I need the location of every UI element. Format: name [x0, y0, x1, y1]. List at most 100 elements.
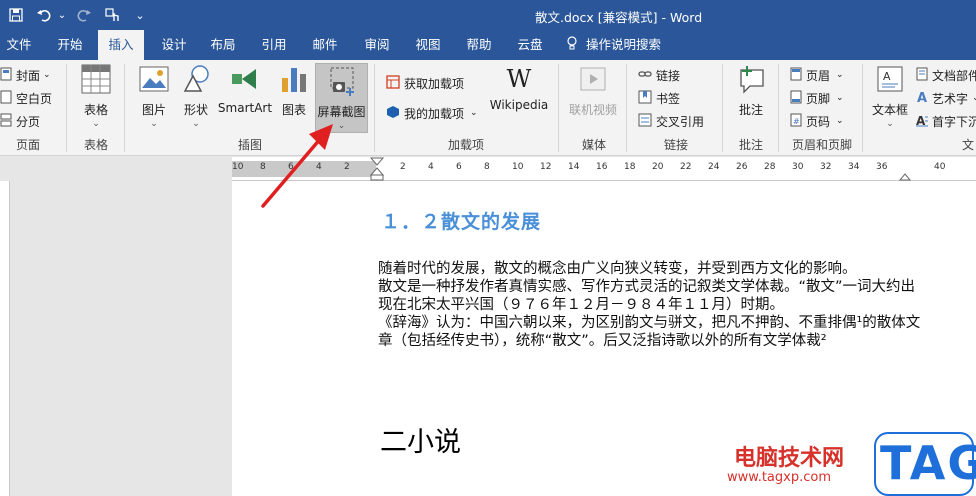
tab-design[interactable]: 设计 — [152, 30, 196, 60]
shapes-button[interactable]: 形状 ⌄ — [178, 64, 214, 129]
bookmark-button[interactable]: 书签 — [638, 87, 680, 109]
ruler-tick-label: 8 — [484, 162, 490, 172]
tab-review[interactable]: 审阅 — [355, 30, 399, 60]
page-break-button[interactable]: 分页 — [0, 110, 40, 132]
blank-page-button[interactable]: 空白页 — [0, 87, 52, 109]
group-label-tables: 表格 — [83, 138, 108, 152]
touch-mode-icon[interactable] — [102, 4, 124, 26]
body-line: 《辞海》认为：中国六朝以来，为区别韵文与骈文，把凡不押韵、不重排偶¹的散体文 — [378, 315, 921, 331]
ruler-tick-label: 40 — [934, 162, 946, 172]
watermark-site-name: 电脑技术网 — [734, 446, 845, 471]
lightbulb-icon — [566, 31, 578, 61]
tab-home[interactable]: 开始 — [48, 30, 92, 60]
new-comment-button[interactable]: 批注 — [732, 64, 770, 118]
my-addins-button[interactable]: 我的加载项 ⌄ — [386, 102, 478, 124]
right-indent-marker-icon[interactable] — [899, 169, 911, 181]
chart-button[interactable]: 图表 — [277, 64, 311, 118]
undo-icon[interactable] — [34, 4, 54, 26]
ruler-tick-label: 18 — [624, 162, 636, 172]
cross-reference-button[interactable]: 交叉引用 — [638, 110, 704, 132]
document-parts-icon — [916, 67, 928, 84]
svg-text:A: A — [883, 70, 891, 83]
wordart-icon: A — [916, 90, 928, 107]
body-line: 章（包括经传史书），统称“散文”。后又泛指诗歌以外的所有文学体裁² — [378, 333, 827, 349]
ruler-tick-label: 26 — [736, 162, 748, 172]
page-number-button[interactable]: # 页码 ⌄ — [790, 110, 844, 132]
table-icon — [81, 64, 111, 97]
annotation-arrow-icon — [261, 124, 333, 208]
tab-file[interactable]: 文件 — [0, 30, 38, 60]
drop-cap-button[interactable]: A 首字下沉 — [916, 110, 976, 132]
ruler-tick-label: 2 — [400, 162, 406, 172]
online-video-button[interactable]: 联机视频 — [566, 64, 620, 118]
title-bar: ⌄ ⌄ 散文.docx [兼容模式] - Word — [0, 0, 976, 30]
group-label-pages: 页面 — [15, 138, 40, 152]
cover-page-button[interactable]: 封面 ⌄ — [0, 64, 51, 86]
group-separator — [862, 64, 863, 152]
ruler-tick-label: 32 — [820, 162, 832, 172]
table-button[interactable]: 表格 ⌄ — [78, 64, 114, 129]
group-separator — [626, 64, 627, 152]
header-button[interactable]: 页眉 ⌄ — [790, 64, 844, 86]
group-separator — [124, 64, 125, 152]
footer-button[interactable]: 页脚 ⌄ — [790, 87, 844, 109]
tag-logo: TAG — [874, 432, 976, 496]
redo-icon[interactable] — [74, 4, 94, 26]
group-label-header-footer: 页眉和页脚 — [791, 138, 852, 152]
group-separator — [374, 64, 375, 152]
text-box-button[interactable]: A 文本框 ⌄ — [868, 64, 912, 129]
group-separator — [778, 64, 779, 152]
tab-cloud[interactable]: 云盘 — [508, 30, 552, 60]
tab-layout[interactable]: 布局 — [201, 30, 245, 60]
customize-qat-button[interactable]: ⌄ — [132, 4, 148, 26]
ribbon-insert: 封面 ⌄ 空白页 分页 页面 表格 ⌄ 表格 图片 ⌄ 形状 ⌄ SmartArt… — [0, 60, 976, 156]
group-label-links: 链接 — [663, 138, 688, 152]
indent-marker-icon[interactable] — [370, 157, 384, 181]
chapter-heading: 二小说 — [380, 427, 461, 458]
ruler-tick-label: 36 — [876, 162, 888, 172]
ruler-tick-label: 30 — [792, 162, 804, 172]
link-icon — [638, 67, 652, 84]
footer-icon — [790, 90, 802, 107]
group-separator — [558, 64, 559, 152]
smartart-button[interactable]: SmartArt — [218, 64, 272, 115]
section-heading: １．２散文的发展 — [381, 211, 542, 233]
bookmark-icon — [638, 90, 652, 107]
group-label-text: 文 — [961, 138, 974, 152]
group-label-addins: 加载项 — [447, 138, 484, 152]
body-line: 现在北宋太平兴国（９７６年１２月－９８４年１１月）时期。 — [378, 297, 784, 313]
header-icon — [790, 67, 802, 84]
tab-view[interactable]: 视图 — [406, 30, 450, 60]
store-icon — [386, 74, 400, 92]
ruler-tick-label: 20 — [652, 162, 664, 172]
group-separator — [722, 64, 723, 152]
tab-insert[interactable]: 插入 — [98, 30, 144, 60]
comment-icon — [736, 64, 766, 97]
tab-references[interactable]: 引用 — [252, 30, 296, 60]
wordart-button[interactable]: A 艺术字 ⌄ — [916, 87, 976, 109]
ruler-tick-label: 12 — [540, 162, 552, 172]
blank-page-icon — [0, 90, 12, 107]
body-line: 散文是一种抒发作者真情实感、写作方式灵活的记叙类文学体裁。“散文”一词大约出 — [378, 279, 916, 295]
tell-me-search[interactable]: 操作说明搜索 — [566, 30, 706, 60]
ruler-tick-label: 28 — [764, 162, 776, 172]
ruler-tick-label: 10 — [512, 162, 524, 172]
wikipedia-button[interactable]: W Wikipedia — [488, 64, 550, 112]
body-line: 随着时代的发展，散文的概念由广义向狭义转变，并受到西方文化的影响。 — [378, 261, 857, 277]
save-icon[interactable] — [6, 4, 26, 26]
online-video-icon — [578, 64, 608, 97]
tab-mailings[interactable]: 邮件 — [303, 30, 347, 60]
get-addins-button[interactable]: 获取加载项 — [386, 72, 464, 94]
tab-help[interactable]: 帮助 — [457, 30, 501, 60]
picture-button[interactable]: 图片 ⌄ — [136, 64, 172, 129]
group-separator — [66, 64, 67, 152]
shapes-icon — [181, 64, 211, 97]
undo-dropdown[interactable]: ⌄ — [56, 4, 68, 26]
ruler-tick-label: 24 — [708, 162, 720, 172]
link-button[interactable]: 链接 — [638, 64, 680, 86]
chart-icon — [279, 64, 309, 97]
document-parts-button[interactable]: 文档部件 — [916, 64, 976, 86]
vertical-ruler[interactable] — [0, 181, 10, 496]
group-label-comments: 批注 — [738, 138, 763, 152]
text-box-icon: A — [875, 64, 905, 97]
